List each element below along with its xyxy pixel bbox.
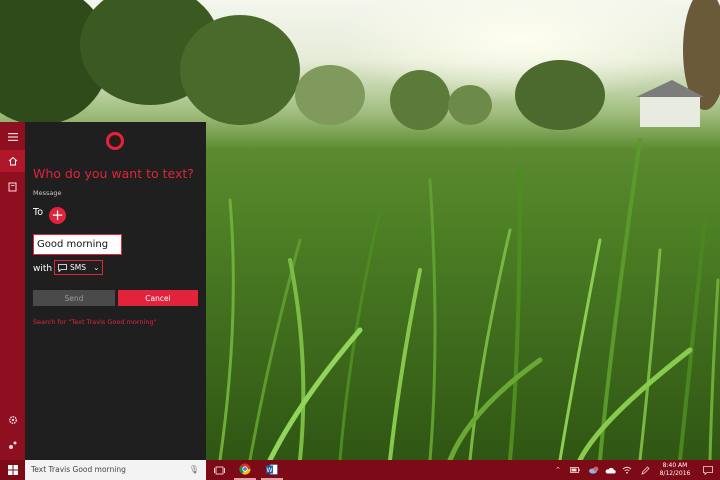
feedback-icon: [8, 441, 16, 449]
sidebar-item-feedback[interactable]: [0, 434, 25, 456]
cloud-sync-button[interactable]: [586, 460, 600, 480]
notification-icon: [703, 465, 713, 475]
sidebar-item-notebook[interactable]: [0, 176, 25, 198]
prompt-title: Who do you want to text?: [33, 166, 194, 181]
pen-workspace-button[interactable]: [638, 460, 652, 480]
start-button[interactable]: [0, 460, 25, 480]
onedrive-icon: [605, 467, 616, 473]
onedrive-button[interactable]: [603, 460, 617, 480]
gear-icon: [8, 416, 17, 424]
web-search-link[interactable]: Search for "Text Travis Good morning": [33, 318, 157, 326]
to-label: To: [33, 207, 44, 218]
windows-logo-icon: [7, 465, 18, 475]
home-icon: [8, 156, 17, 166]
cortana-ring-icon: [106, 132, 124, 150]
channel-value: SMS: [70, 263, 86, 272]
action-center-button[interactable]: [699, 460, 717, 480]
taskbar-search-box[interactable]: Text Travis Good morning 🎙: [25, 460, 206, 480]
taskbar-app-word[interactable]: W: [261, 460, 283, 480]
wifi-button[interactable]: [620, 460, 634, 480]
add-recipient-button[interactable]: +: [49, 207, 66, 224]
hamburger-menu-icon: [7, 133, 18, 141]
microphone-icon[interactable]: 🎙: [189, 460, 199, 480]
sidebar-item-home[interactable]: [0, 150, 25, 172]
show-hidden-icons-button[interactable]: ⌃: [552, 460, 564, 480]
plus-icon: +: [51, 205, 64, 224]
sidebar-item-settings[interactable]: [0, 409, 25, 431]
clock-date: 8/12/2016: [659, 470, 691, 477]
message-label: Message: [33, 189, 62, 197]
chevron-down-icon: ⌄: [93, 263, 100, 272]
taskbar-search-text: Text Travis Good morning: [31, 465, 126, 474]
task-view-icon: [213, 466, 225, 474]
task-view-button[interactable]: [208, 460, 230, 480]
wifi-icon: [622, 466, 632, 474]
svg-text:W: W: [267, 467, 273, 474]
cloud-sync-icon: [588, 466, 598, 474]
send-button[interactable]: Send: [33, 290, 115, 306]
battery-icon: [570, 467, 580, 473]
cortana-sidebar: [0, 122, 25, 460]
taskbar: Text Travis Good morning 🎙 W ⌃ 8:40 AM 8…: [0, 460, 720, 480]
channel-dropdown[interactable]: SMS ⌄: [54, 260, 103, 275]
clock-time: 8:40 AM: [662, 462, 688, 469]
battery-button[interactable]: [568, 460, 582, 480]
cancel-button[interactable]: Cancel: [118, 290, 198, 306]
chevron-up-icon: ⌃: [555, 466, 561, 474]
message-bubble-icon: [58, 263, 67, 272]
chrome-icon: [239, 463, 251, 475]
taskbar-app-chrome[interactable]: [234, 460, 256, 480]
cortana-panel: Who do you want to text? Message To + Go…: [25, 122, 206, 460]
taskbar-clock[interactable]: 8:40 AM 8/12/2016: [656, 462, 694, 478]
message-input[interactable]: Good morning: [33, 234, 122, 255]
hamburger-menu-button[interactable]: [0, 126, 25, 148]
pen-icon: [640, 465, 650, 475]
word-icon: W: [266, 463, 278, 475]
with-label: with: [33, 264, 53, 274]
notebook-icon: [8, 182, 17, 192]
